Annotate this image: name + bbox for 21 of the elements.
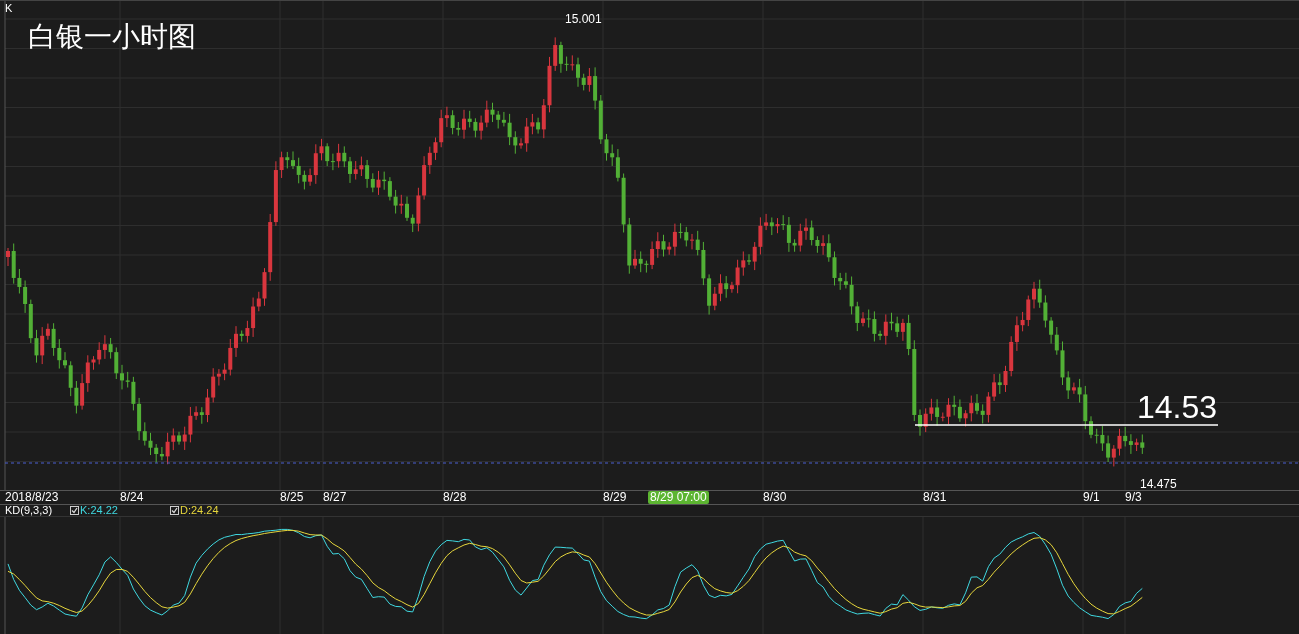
date-label: 9/3	[1125, 491, 1142, 504]
date-label: 8/24	[120, 491, 144, 504]
crosshair-time-label: 8/29 07:00	[648, 491, 709, 504]
date-label: 9/1	[1083, 491, 1100, 504]
date-label: 8/30	[763, 491, 787, 504]
panel-label: K	[5, 3, 13, 14]
high-price-label: 15.001	[565, 13, 602, 25]
indicator-name: KD(9,3,3)	[5, 505, 54, 516]
date-label: 2018/8/23	[5, 491, 59, 504]
date-label: 8/25	[280, 491, 304, 504]
date-label: 8/29	[603, 491, 627, 504]
low-price-label: 14.475	[1140, 478, 1177, 490]
date-label: 8/27	[323, 491, 347, 504]
indicator-checkbox[interactable]	[170, 506, 179, 515]
indicator-value: D:24.24	[180, 505, 219, 516]
chart-title: 白银一小时图	[28, 23, 196, 51]
price-level-label: 14.53	[1137, 391, 1218, 423]
indicator-checkbox[interactable]	[70, 506, 79, 515]
date-label: 8/31	[923, 491, 947, 504]
date-label: 8/28	[443, 491, 467, 504]
indicator-value: K:24.22	[80, 505, 118, 516]
